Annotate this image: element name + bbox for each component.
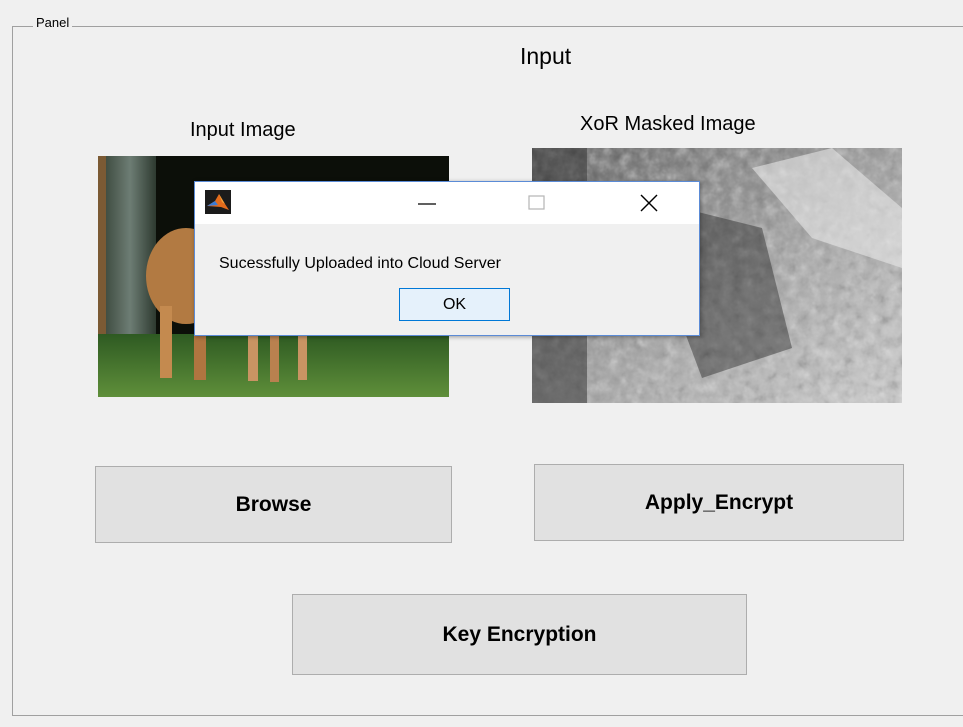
key-encryption-button[interactable]: Key Encryption [292, 594, 747, 675]
ok-button[interactable]: OK [399, 288, 510, 321]
panel-legend: Panel [33, 15, 73, 31]
input-image-title: Input Image [190, 119, 296, 141]
matlab-gui-window: Panel Input Input Image XoR Masked Image [0, 0, 963, 727]
minimize-icon[interactable] [409, 190, 445, 216]
maximize-icon [519, 190, 555, 216]
apply-encrypt-button[interactable]: Apply_Encrypt [534, 464, 904, 541]
panel-title: Input [520, 43, 572, 69]
browse-button[interactable]: Browse [95, 466, 452, 543]
upload-success-dialog: Sucessfully Uploaded into Cloud Server O… [194, 181, 700, 336]
close-icon[interactable] [631, 190, 667, 216]
dialog-titlebar[interactable] [195, 182, 699, 224]
dialog-message: Sucessfully Uploaded into Cloud Server [219, 255, 501, 272]
masked-image-title: XoR Masked Image [580, 113, 756, 135]
matlab-icon [205, 190, 231, 214]
